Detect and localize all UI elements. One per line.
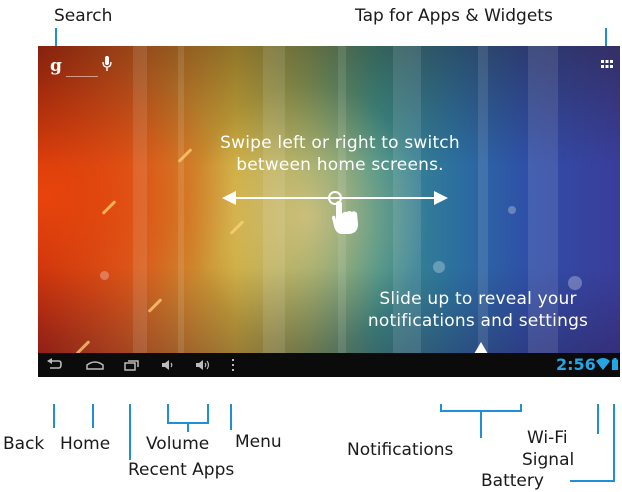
menu-callout-line	[230, 404, 232, 430]
back-callout-line	[53, 404, 55, 428]
google-g-icon[interactable]: g	[50, 56, 62, 76]
swipe-hand-icon	[332, 201, 358, 234]
wifi-callout-line	[597, 404, 599, 434]
slide-hint-line-2: notifications and settings	[367, 311, 589, 331]
swipe-hint-text: Swipe left or right to switch between ho…	[180, 132, 500, 176]
search-bar-underline	[66, 76, 98, 77]
volume-down-icon[interactable]	[161, 358, 175, 372]
volume-up-icon[interactable]	[195, 358, 211, 372]
search-callout-label: Search	[54, 6, 113, 26]
swipe-hint-line-1: Swipe left or right to switch	[220, 133, 460, 153]
slide-hint-text: Slide up to reveal your notifications an…	[328, 288, 620, 332]
status-clock[interactable]: 2:56	[556, 355, 596, 374]
apps-grid-icon[interactable]	[601, 60, 613, 70]
wifi-icon[interactable]	[596, 358, 610, 370]
battery-callout-line-vertical	[613, 404, 615, 482]
menu-callout-label: Menu	[235, 432, 282, 452]
wifi-callout-label-line-1: Wi-Fi	[527, 428, 568, 448]
microphone-icon[interactable]	[102, 56, 112, 72]
battery-callout-line-horizontal	[570, 480, 615, 482]
volume-bracket-left	[167, 404, 169, 424]
battery-callout-label: Battery	[481, 471, 544, 491]
tablet-home-screen[interactable]: g Swipe left or right to switch between …	[38, 46, 620, 377]
system-navigation-bar: 2:56	[38, 353, 620, 377]
notifications-bracket-right	[520, 404, 522, 412]
battery-icon[interactable]	[612, 358, 618, 370]
back-icon[interactable]	[46, 358, 62, 372]
volume-callout-label: Volume	[146, 434, 210, 454]
volume-bracket-stem	[187, 422, 189, 432]
notifications-callout-label: Notifications	[347, 440, 454, 460]
apps-widgets-callout-label: Tap for Apps & Widgets	[355, 6, 553, 26]
apps-callout-line	[605, 28, 607, 46]
slide-hint-line-1: Slide up to reveal your	[379, 289, 577, 309]
recent-apps-callout-label: Recent Apps	[128, 460, 235, 480]
notifications-bracket-stem	[480, 410, 482, 438]
home-callout-label: Home	[60, 434, 111, 454]
wifi-callout-label-line-2: Signal	[522, 450, 575, 470]
back-callout-label: Back	[3, 434, 45, 454]
search-callout-line	[55, 28, 57, 46]
home-icon[interactable]	[86, 358, 104, 372]
volume-bracket-right	[207, 404, 209, 424]
home-callout-line	[92, 404, 94, 428]
recent-apps-icon[interactable]	[124, 358, 140, 372]
recent-apps-callout-line	[129, 404, 131, 460]
swipe-hint-line-2: between home screens.	[236, 155, 444, 175]
menu-icon[interactable]	[230, 358, 236, 372]
